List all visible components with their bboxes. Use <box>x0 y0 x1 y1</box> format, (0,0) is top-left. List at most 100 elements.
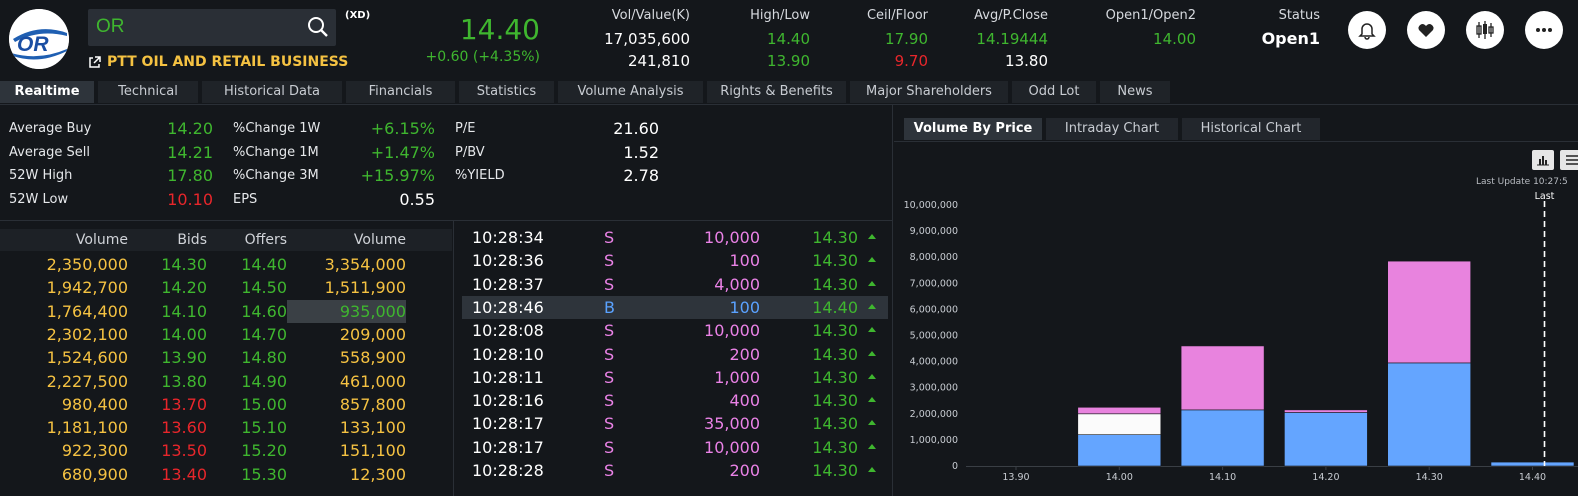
stat-value: 14.21 <box>167 142 213 162</box>
vol-value-group: Vol/Value(K) 17,035,600 241,810 <box>590 8 690 72</box>
bid-price[interactable]: 14.10 <box>150 300 207 323</box>
bid-price[interactable]: 14.20 <box>150 276 207 299</box>
ticker-time: 10:28:37 <box>472 274 544 294</box>
ticker-row: 10:28:46 B 100 14.40 <box>462 295 888 320</box>
open-label: Open1/Open2 <box>1105 8 1196 23</box>
more-button[interactable] <box>1525 11 1563 49</box>
y-tick-label: 2,000,000 <box>910 409 958 420</box>
offer-price[interactable]: 14.60 <box>228 300 287 323</box>
volume-bar <box>1180 345 1265 411</box>
offer-volume: 935,000 <box>287 299 406 323</box>
offer-volume: 857,800 <box>339 394 406 414</box>
offer-price[interactable]: 15.10 <box>228 416 287 439</box>
bid-price[interactable]: 13.80 <box>150 370 207 393</box>
tab-historical-data[interactable]: Historical Data <box>202 81 342 103</box>
tab-financials[interactable]: Financials <box>346 81 455 103</box>
company-name-link[interactable]: PTT OIL AND RETAIL BUSINESS <box>88 54 348 70</box>
symbol-search-input[interactable]: OR <box>96 16 125 38</box>
ticker-side: S <box>604 461 615 480</box>
bid-volume: 922,300 <box>61 441 128 461</box>
ticker-side: S <box>604 274 615 294</box>
tab-volume-analysis[interactable]: Volume Analysis <box>558 81 703 103</box>
ticker-row: 10:28:36 S 100 14.30 <box>462 249 888 272</box>
x-tick-label: 14.20 <box>1312 472 1339 483</box>
offer-price[interactable]: 15.20 <box>228 439 287 462</box>
tab-historical-chart[interactable]: Historical Chart <box>1182 118 1320 140</box>
bidoffer-row: 922,300 13.50 15.20 151,100 <box>0 439 452 462</box>
bid-price[interactable]: 13.70 <box>150 393 207 416</box>
app-root: OR OR (XD) PTT OIL AND RETAIL BUSINESS 1… <box>0 0 1578 496</box>
main-tabs: Realtime Technical Historical Data Finan… <box>0 81 1170 103</box>
open1-value: 14.00 <box>1153 30 1196 48</box>
x-tick-label: 13.90 <box>1002 472 1029 483</box>
bidoffer-row: 1,942,700 14.20 14.50 1,511,900 <box>0 276 452 299</box>
offer-price[interactable]: 14.90 <box>228 370 287 393</box>
bid-volume: 1,181,100 <box>46 418 128 438</box>
favorite-button[interactable] <box>1407 11 1445 49</box>
tab-statistics[interactable]: Statistics <box>459 81 554 103</box>
ticker-volume: 400 <box>729 391 760 411</box>
tab-rights-benefits[interactable]: Rights & Benefits <box>707 81 846 103</box>
offer-price[interactable]: 15.30 <box>228 463 287 486</box>
bid-price[interactable]: 13.40 <box>150 463 207 486</box>
chart-type-button[interactable] <box>1532 150 1554 170</box>
volume-value: 17,035,600 <box>604 30 690 48</box>
stat-value: +15.97% <box>360 166 435 185</box>
more-icon <box>1536 28 1552 32</box>
symbol-search-box[interactable]: OR <box>88 9 336 46</box>
ticker-volume: 10,000 <box>704 228 760 247</box>
ticker-time: 10:28:08 <box>472 321 544 341</box>
up-arrow-icon <box>868 257 876 263</box>
chart-button[interactable] <box>1466 11 1504 49</box>
company-logo: OR <box>9 9 69 69</box>
bidoffer-row: 2,227,500 13.80 14.90 461,000 <box>0 370 452 393</box>
tab-volume-by-price[interactable]: Volume By Price <box>904 118 1042 140</box>
x-tick-label: 14.10 <box>1209 472 1236 483</box>
bid-price[interactable]: 13.90 <box>150 346 207 369</box>
y-tick-label: 1,000,000 <box>910 435 958 446</box>
up-arrow-icon <box>868 303 876 309</box>
menu-icon <box>1566 155 1578 165</box>
stat-value: 17.80 <box>167 166 213 185</box>
stat-value: 1.52 <box>623 142 659 162</box>
bidoffer-row: 2,350,000 14.30 14.40 3,354,000 <box>0 253 452 276</box>
ticker-volume: 4,000 <box>714 274 760 294</box>
x-tick-label: 14.40 <box>1519 472 1546 483</box>
last-price: 14.40 <box>459 13 540 46</box>
offer-price[interactable]: 14.40 <box>228 253 287 276</box>
offer-price[interactable]: 15.00 <box>228 393 287 416</box>
offer-price[interactable]: 14.50 <box>228 276 287 299</box>
stat-label: 52W Low <box>9 191 69 207</box>
bids-header: Bids <box>177 232 207 248</box>
bid-volume: 2,350,000 <box>46 255 128 274</box>
stat-value: +1.47% <box>370 142 435 162</box>
bidoffer-row: 1,524,600 13.90 14.80 558,900 <box>0 346 452 369</box>
offer-price[interactable]: 14.70 <box>228 323 287 346</box>
offer-volume: 1,511,900 <box>324 278 406 298</box>
tab-odd-lot[interactable]: Odd Lot <box>1012 81 1096 103</box>
search-icon[interactable] <box>306 15 330 39</box>
ticker-price: 14.30 <box>812 414 858 434</box>
tab-major-shareholders[interactable]: Major Shareholders <box>850 81 1008 103</box>
tab-intraday-chart[interactable]: Intraday Chart <box>1046 118 1178 140</box>
bid-price[interactable]: 14.30 <box>150 253 207 276</box>
x-tick-label: 14.00 <box>1106 472 1133 483</box>
offer-volume: 151,100 <box>339 441 406 461</box>
offer-price[interactable]: 14.80 <box>228 346 287 369</box>
ticker-side: S <box>604 321 615 341</box>
alert-button[interactable] <box>1348 11 1386 49</box>
bid-volume: 2,302,100 <box>46 324 128 344</box>
volume-bar <box>1180 409 1265 467</box>
bid-price[interactable]: 14.00 <box>150 323 207 346</box>
high-low-group: High/Low 14.40 13.90 <box>720 8 810 72</box>
bid-price[interactable]: 13.60 <box>150 416 207 439</box>
offer-volume: 133,100 <box>339 418 406 438</box>
chart-menu-button[interactable] <box>1560 150 1578 170</box>
stats-divider <box>0 220 892 221</box>
tab-realtime[interactable]: Realtime <box>0 81 94 103</box>
company-name: PTT OIL AND RETAIL BUSINESS <box>107 54 349 70</box>
tab-technical[interactable]: Technical <box>98 81 198 103</box>
bid-price[interactable]: 13.50 <box>150 439 207 462</box>
tab-news[interactable]: News <box>1100 81 1170 103</box>
stat-value: 10.10 <box>167 189 213 209</box>
